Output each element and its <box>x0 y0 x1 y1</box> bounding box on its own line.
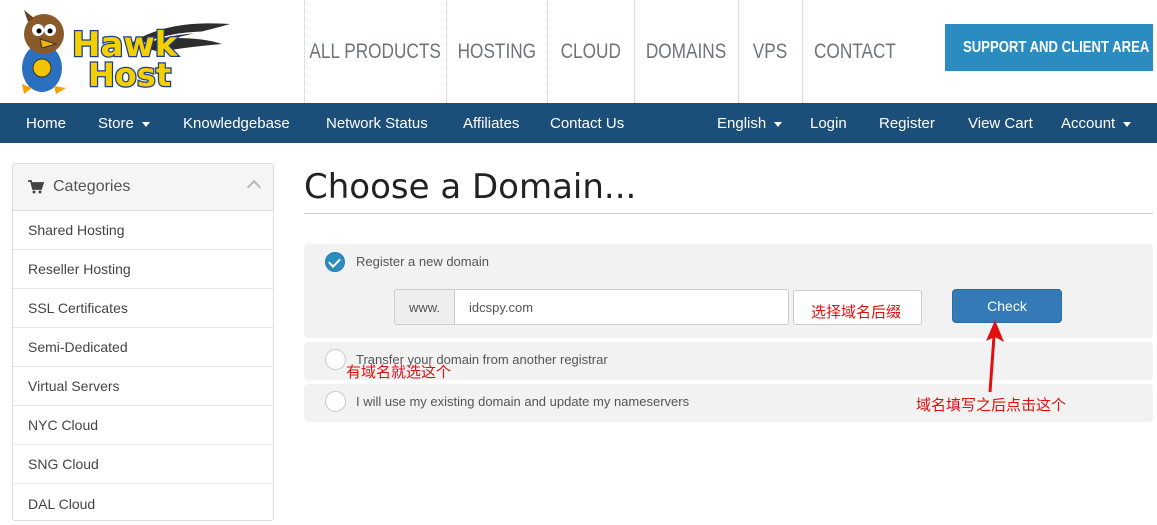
topnav-cloud[interactable]: CLOUD <box>547 0 634 103</box>
hawkhost-logo[interactable]: Hawk Host <box>10 4 235 96</box>
nav-language[interactable]: English <box>717 103 783 143</box>
nav-register[interactable]: Register <box>879 103 935 143</box>
topnav-label: HOSTING <box>457 39 537 63</box>
domain-name-input[interactable] <box>454 289 789 325</box>
nav-language-label: English <box>717 114 767 132</box>
topnav-label: CLOUD <box>560 39 622 63</box>
hawk-mascot-icon: Hawk Host <box>22 10 230 95</box>
categories-sidebar: Categories Shared Hosting Reseller Hosti… <box>12 163 274 521</box>
nav-account-label: Account <box>1061 114 1116 132</box>
categories-title: Categories <box>53 178 131 195</box>
nav-view-cart[interactable]: View Cart <box>968 103 1033 143</box>
topnav-vps[interactable]: VPS <box>738 0 802 103</box>
topnav-domains[interactable]: DOMAINS <box>634 0 738 103</box>
title-divider <box>304 213 1153 214</box>
sidebar-item-dal-cloud[interactable]: DAL Cloud <box>13 484 273 520</box>
nav-account[interactable]: Account <box>1061 103 1132 143</box>
topnav-label: CONTACT <box>813 39 896 63</box>
shopping-cart-icon <box>28 180 44 194</box>
top-nav: ALL PRODUCTS HOSTING CLOUD DOMAINS VPS C… <box>304 0 906 103</box>
sidebar-item-reseller-hosting[interactable]: Reseller Hosting <box>13 250 273 289</box>
nav-knowledgebase[interactable]: Knowledgebase <box>183 103 290 143</box>
annotation-existing-hint: 有域名就选这个 <box>346 363 452 381</box>
support-button-label: SUPPORT AND CLIENT AREA <box>963 38 1150 56</box>
sidebar-item-sng-cloud[interactable]: SNG Cloud <box>13 445 273 484</box>
support-client-area-button[interactable]: SUPPORT AND CLIENT AREA <box>945 24 1153 71</box>
nav-home[interactable]: Home <box>26 103 66 143</box>
existing-domain-radio[interactable] <box>325 391 346 412</box>
red-arrow-icon <box>986 320 1004 393</box>
caret-down-icon <box>141 121 150 127</box>
nav-network-status[interactable]: Network Status <box>326 103 428 143</box>
topnav-all-products[interactable]: ALL PRODUCTS <box>304 0 446 103</box>
nav-affiliates[interactable]: Affiliates <box>463 103 519 143</box>
transfer-domain-radio[interactable] <box>325 349 346 370</box>
annotation-tld-hint: 选择域名后缀 <box>811 303 902 321</box>
sidebar-item-ssl-certificates[interactable]: SSL Certificates <box>13 289 273 328</box>
nav-login[interactable]: Login <box>810 103 847 143</box>
chevron-up-icon[interactable] <box>246 179 262 195</box>
logo-text-host: Host <box>88 56 171 94</box>
sidebar-item-virtual-servers[interactable]: Virtual Servers <box>13 367 273 406</box>
categories-header[interactable]: Categories <box>13 164 273 211</box>
sidebar-item-semi-dedicated[interactable]: Semi-Dedicated <box>13 328 273 367</box>
site-header: Hawk Host ALL PRODUCTS HOSTING CLOUD DOM… <box>0 0 1157 103</box>
main-navbar: Home Store Knowledgebase Network Status … <box>0 103 1157 143</box>
nav-store-label: Store <box>98 114 134 132</box>
annotation-check-hint: 域名填写之后点击这个 <box>916 396 1067 414</box>
topnav-contact[interactable]: CONTACT <box>802 0 906 103</box>
topnav-label: DOMAINS <box>646 39 727 63</box>
register-domain-radio[interactable] <box>325 252 345 272</box>
register-domain-option: Register a new domain www. Check <box>304 244 1153 338</box>
sidebar-item-nyc-cloud[interactable]: NYC Cloud <box>13 406 273 445</box>
existing-domain-label[interactable]: I will use my existing domain and update… <box>356 394 689 409</box>
topnav-label: ALL PRODUCTS <box>309 39 442 63</box>
caret-down-icon <box>774 121 783 127</box>
nav-store[interactable]: Store <box>98 103 150 143</box>
page-title: Choose a Domain... <box>304 167 637 207</box>
sidebar-item-shared-hosting[interactable]: Shared Hosting <box>13 211 273 250</box>
caret-down-icon <box>1123 121 1132 127</box>
topnav-label: VPS <box>753 39 788 63</box>
register-domain-label[interactable]: Register a new domain <box>356 254 489 269</box>
topnav-hosting[interactable]: HOSTING <box>446 0 547 103</box>
nav-contact-us[interactable]: Contact Us <box>550 103 624 143</box>
www-prefix: www. <box>394 289 454 325</box>
